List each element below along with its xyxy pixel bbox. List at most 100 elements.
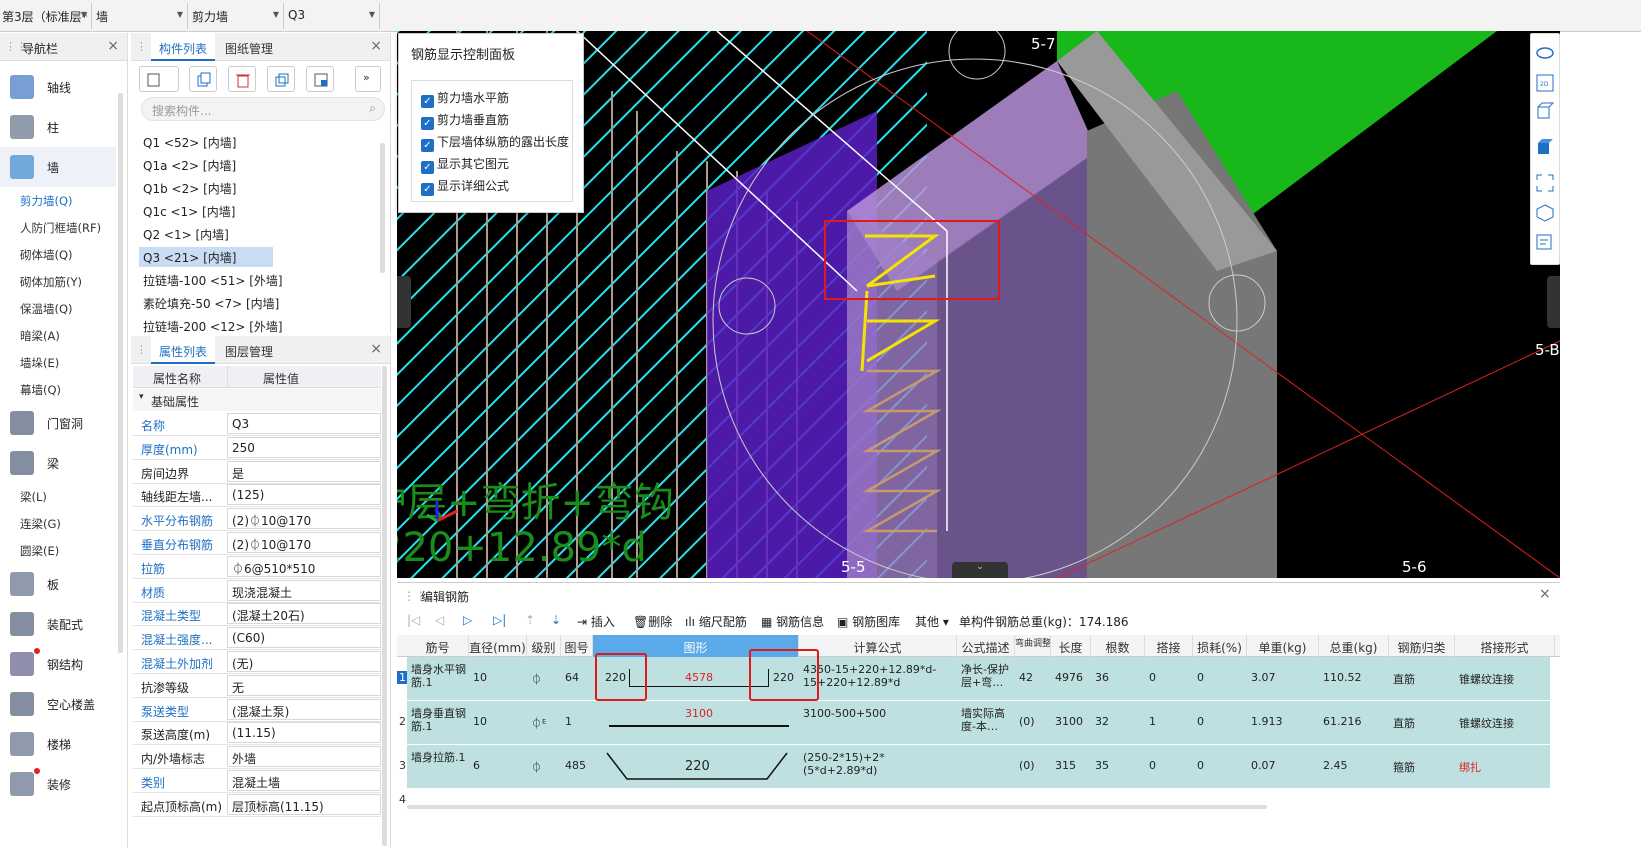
nav-subitem[interactable]: 幕墙(Q): [20, 382, 61, 398]
copy-button[interactable]: [189, 66, 217, 92]
property-value-input[interactable]: 混凝土墙: [227, 770, 381, 791]
property-value-input[interactable]: ⏀6@510*510: [227, 555, 381, 577]
last-row-icon[interactable]: ▷|: [493, 613, 506, 627]
column-header[interactable]: 钢筋归类: [1389, 635, 1455, 657]
property-value-input[interactable]: (125): [227, 484, 381, 506]
delete-row-button[interactable]: 🗑删除: [633, 613, 672, 630]
cell-dia[interactable]: 10: [473, 715, 525, 728]
column-header[interactable]: 长度: [1051, 635, 1091, 657]
cell-desc[interactable]: 墙实际高度-本…: [961, 707, 1013, 741]
cell-bend[interactable]: 42: [1019, 671, 1049, 684]
search-input[interactable]: 搜索构件... ⌕: [141, 97, 385, 121]
cell-lapform[interactable]: 锥螺纹连接: [1459, 715, 1553, 731]
duplicate-layer-button[interactable]: [267, 66, 295, 92]
cube-view-icon[interactable]: [1536, 102, 1554, 120]
floor-select[interactable]: 第3层（标准层* ▼: [0, 3, 92, 29]
cell-dia[interactable]: 6: [473, 759, 525, 772]
nav-category-5[interactable]: 板: [0, 564, 116, 604]
nav-category-9[interactable]: 楼梯: [0, 724, 116, 764]
property-value-input[interactable]: 层顶标高(11.15): [227, 793, 381, 815]
property-value-input[interactable]: (混凝土泵): [227, 698, 381, 720]
close-icon[interactable]: ×: [370, 341, 382, 357]
rebar-shape-cell[interactable]: 220: [593, 745, 799, 789]
nav-subitem[interactable]: 墙垛(E): [20, 355, 59, 371]
cell-formula[interactable]: 3100-500+500: [803, 707, 955, 741]
cell-total[interactable]: 2.45: [1323, 759, 1387, 772]
property-value-input[interactable]: Q3: [227, 413, 381, 434]
nav-subitem[interactable]: 暗梁(A): [20, 328, 60, 344]
column-header[interactable]: 直径(mm): [469, 635, 527, 657]
display-option-checkbox[interactable]: ✓ 下层墙体纵筋的露出长度: [421, 133, 569, 153]
cell-unit[interactable]: 3.07: [1251, 671, 1317, 684]
cell-name[interactable]: 墙身垂直钢筋.1: [411, 707, 467, 741]
property-value-input[interactable]: (2)⏀10@170: [227, 532, 381, 553]
rebar-h-scrollbar[interactable]: [407, 805, 1267, 809]
column-header[interactable]: 筋号: [407, 635, 469, 657]
scale-rebar-button[interactable]: ılı 缩尺配筋: [685, 613, 747, 630]
cell-name[interactable]: 墙身拉筋.1: [411, 751, 467, 785]
property-value-input[interactable]: 无: [227, 674, 381, 696]
nav-subitem[interactable]: 保温墙(Q): [20, 301, 73, 317]
column-header[interactable]: 根数: [1091, 635, 1145, 657]
cell-total[interactable]: 61.216: [1323, 715, 1387, 728]
column-header[interactable]: 总重(kg): [1319, 635, 1389, 657]
column-header[interactable]: 搭接形式: [1455, 635, 1555, 657]
collapse-left-handle[interactable]: [397, 276, 411, 328]
nav-subitem[interactable]: 连梁(G): [20, 516, 61, 532]
column-header[interactable]: 弯曲调整: [1015, 635, 1051, 657]
cell-len[interactable]: 3100: [1055, 715, 1089, 728]
display-option-checkbox[interactable]: ✓ 显示其它图元: [421, 155, 509, 175]
first-row-icon[interactable]: |◁: [407, 613, 420, 627]
nav-category-2[interactable]: 墙: [0, 147, 116, 187]
component-list-item[interactable]: Q1a <2> [内墙]: [139, 155, 240, 175]
nav-category-4[interactable]: 梁: [0, 443, 116, 483]
nav-category-10[interactable]: 装修: [0, 764, 116, 804]
column-header[interactable]: 图号: [561, 635, 593, 657]
cell-name[interactable]: 墙身水平钢筋.1: [411, 663, 467, 697]
move-up-icon[interactable]: ⇡: [525, 613, 535, 627]
display-option-checkbox[interactable]: ✓ 剪力墙垂直筋: [421, 111, 509, 131]
component-list-item[interactable]: 拉链墙-200 <12> [外墙]: [139, 316, 287, 336]
cell-count[interactable]: 35: [1095, 759, 1143, 772]
cell-unit[interactable]: 1.913: [1251, 715, 1317, 728]
cell-formula[interactable]: (250-2*15)+2*(5*d+2.89*d): [803, 751, 955, 785]
cell-fig[interactable]: 1: [565, 715, 591, 728]
cell-fig[interactable]: 485: [565, 759, 591, 772]
component-list-item[interactable]: 拉链墙-100 <51> [外墙]: [139, 270, 287, 290]
cell-grade[interactable]: ⏀: [531, 671, 559, 687]
column-header[interactable]: 损耗(%): [1193, 635, 1247, 657]
cell-len[interactable]: 4976: [1055, 671, 1089, 684]
view-2d-icon[interactable]: 2D: [1536, 74, 1554, 92]
property-value-input[interactable]: (C60): [227, 627, 381, 649]
nav-scrollbar[interactable]: [118, 93, 123, 653]
rebar-table-row[interactable]: 墙身水平钢筋.1 10 ⏀ 64 4350-15+220+12.89*d-15+220+…: [407, 649, 1550, 701]
cell-count[interactable]: 32: [1095, 715, 1143, 728]
group-basic-properties[interactable]: ▾ 基础属性: [133, 389, 381, 411]
comp-scrollbar[interactable]: [380, 143, 385, 273]
nav-category-3[interactable]: 门窗洞: [0, 403, 116, 443]
cell-grade[interactable]: ⏀ᴱ: [531, 715, 559, 731]
orbit-icon[interactable]: [1536, 44, 1554, 62]
cell-lap[interactable]: 1: [1149, 715, 1191, 728]
nav-category-8[interactable]: 空心楼盖: [0, 684, 116, 724]
column-header[interactable]: 级别: [527, 635, 561, 657]
nav-category-6[interactable]: 装配式: [0, 604, 116, 644]
column-header[interactable]: 计算公式: [799, 635, 957, 657]
more-button[interactable]: »: [355, 66, 381, 92]
cell-count[interactable]: 36: [1095, 671, 1143, 684]
close-icon[interactable]: ×: [370, 38, 382, 54]
component-list-item[interactable]: 素砼填充-50 <7> [内墙]: [139, 293, 283, 313]
rebar-info-button[interactable]: ▦ 钢筋信息: [761, 613, 824, 630]
cell-cat[interactable]: 直筋: [1393, 671, 1453, 687]
tab-property-list[interactable]: 属性列表: [151, 336, 216, 364]
nav-subitem[interactable]: 砌体墙(Q): [20, 247, 73, 263]
column-header[interactable]: 单重(kg): [1247, 635, 1319, 657]
display-option-checkbox[interactable]: ✓ 剪力墙水平筋: [421, 89, 509, 109]
rebar-table-row[interactable]: 墙身垂直钢筋.1 10 ⏀ᴱ 1 3100-500+500 墙实际高度-本… (0) 3100…: [407, 701, 1550, 745]
tab-layer-management[interactable]: 图层管理: [217, 336, 281, 364]
property-value-input[interactable]: (11.15): [227, 722, 381, 744]
nav-subitem[interactable]: 人防门框墙(RF): [20, 220, 101, 236]
props-scrollbar[interactable]: [382, 366, 387, 846]
nav-subitem[interactable]: 圆梁(E): [20, 543, 59, 559]
nav-subitem[interactable]: 剪力墙(Q): [20, 193, 73, 209]
